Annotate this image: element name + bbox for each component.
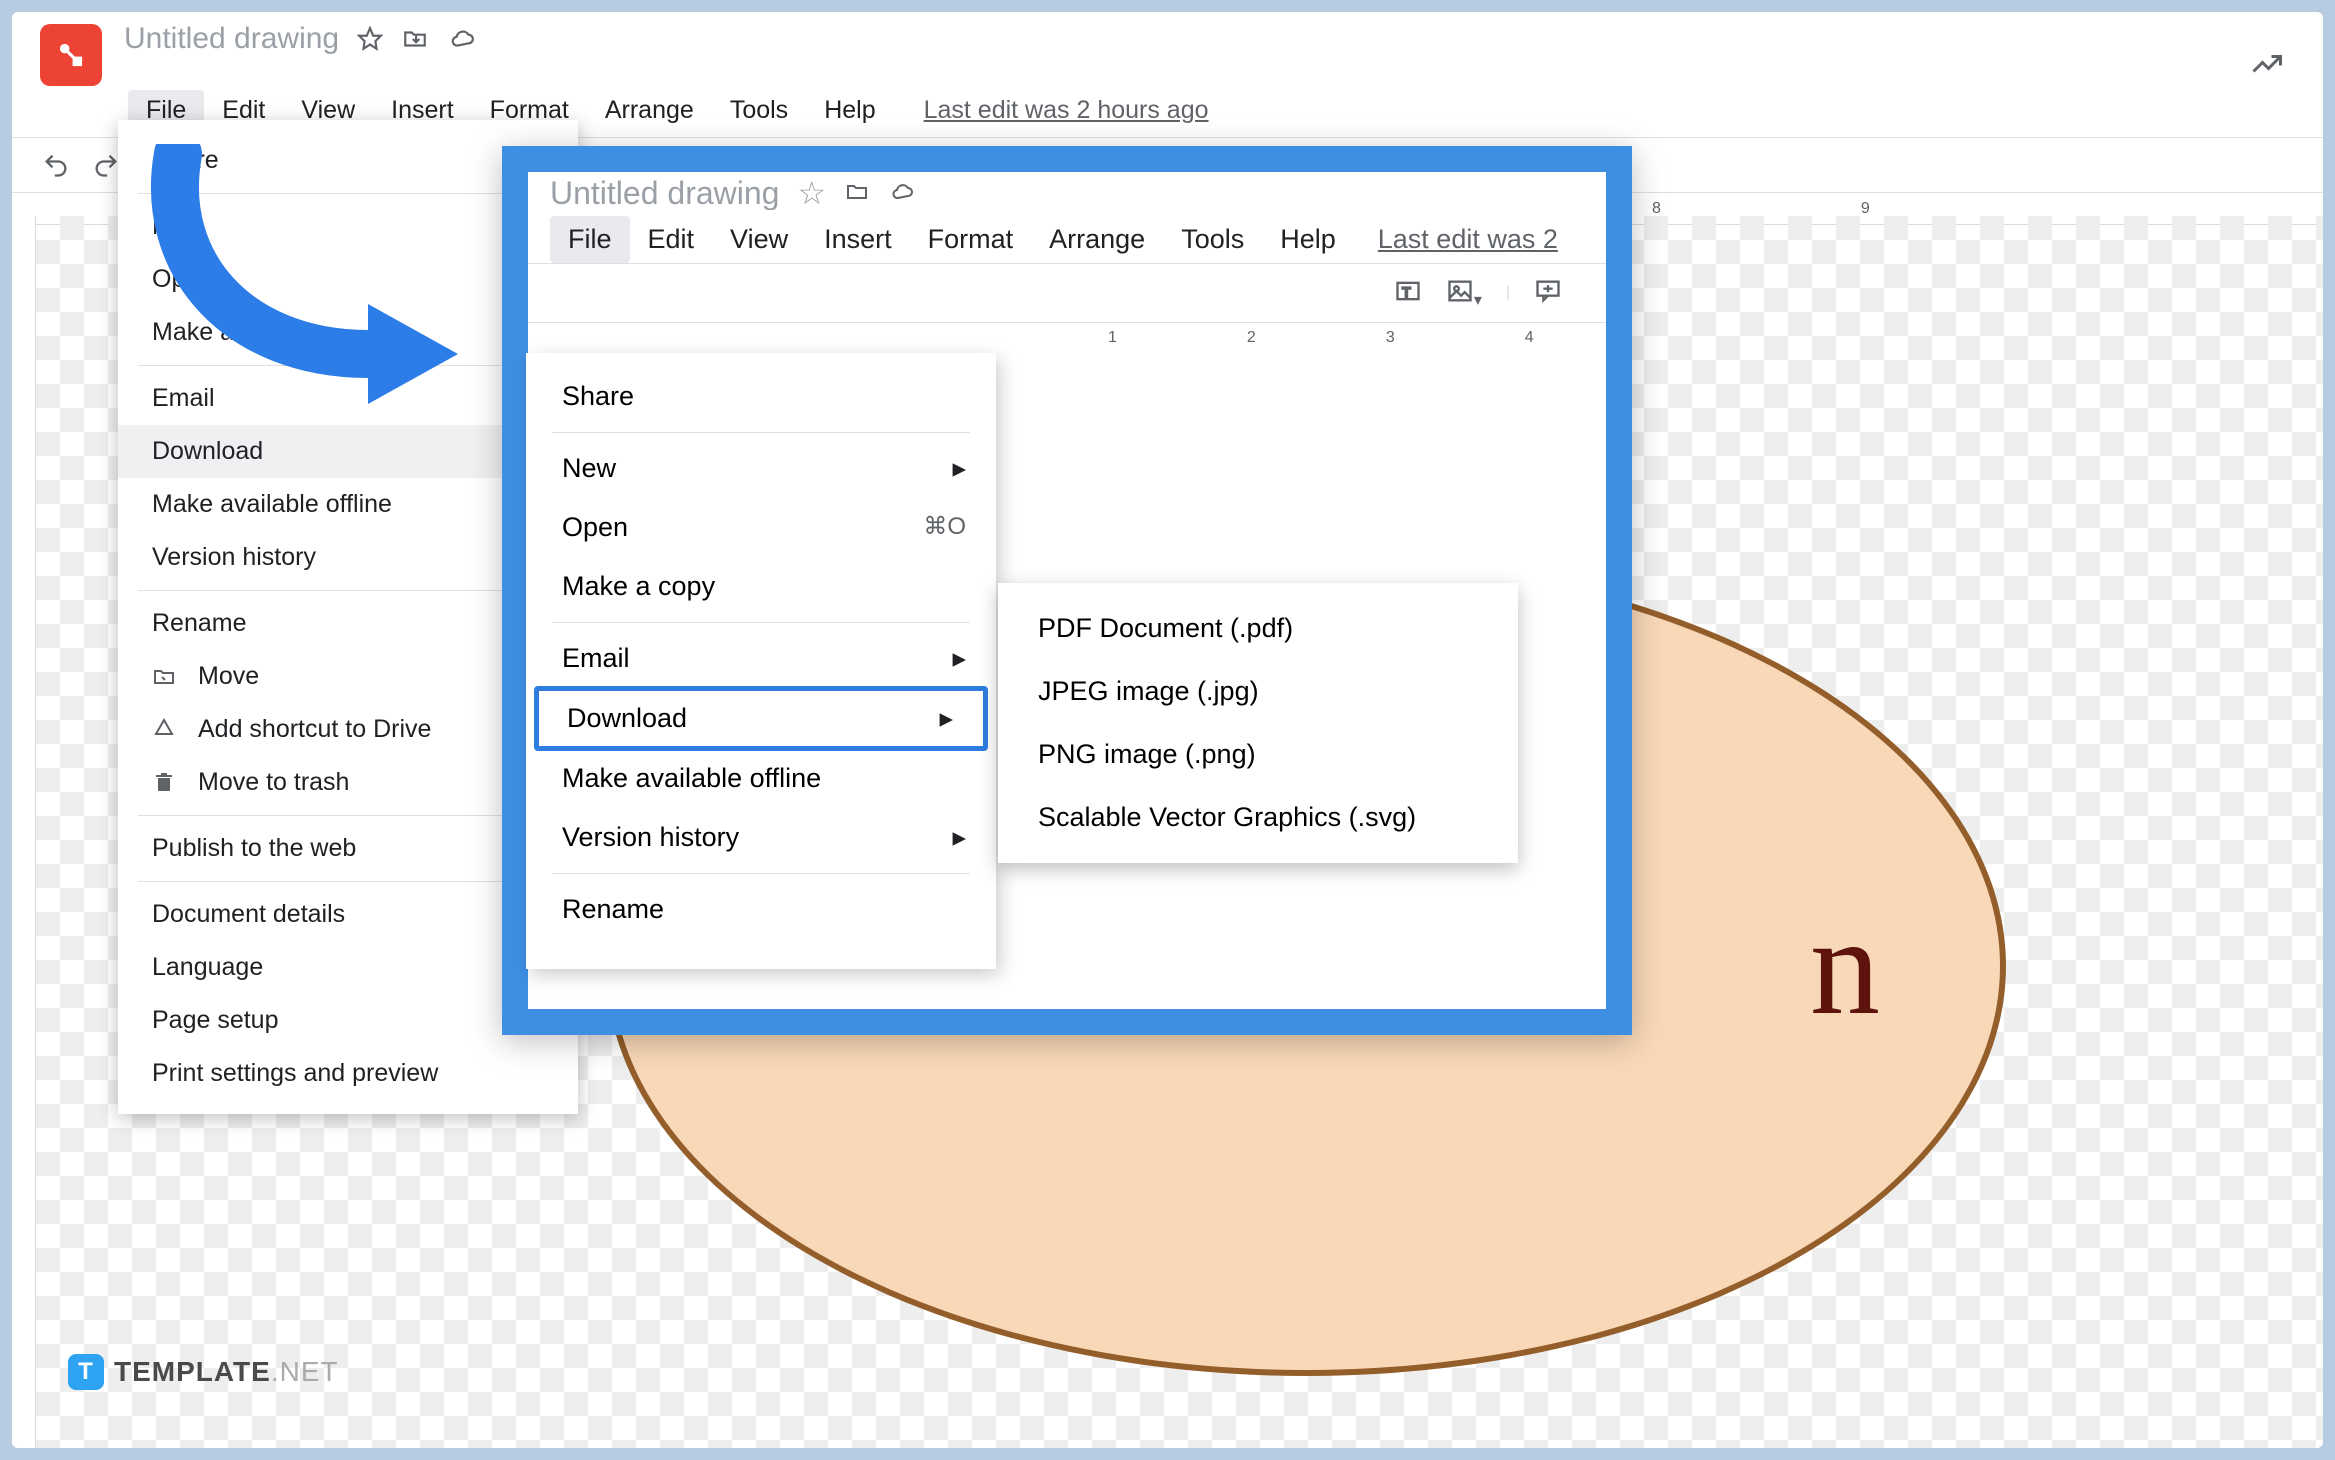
drive-shortcut-icon bbox=[152, 718, 180, 742]
redo-icon[interactable] bbox=[92, 151, 120, 179]
app-window: Untitled drawing File Edit View Insert F… bbox=[12, 12, 2323, 1448]
overlay-file-menu: Share New▸ Open⌘O Make a copy Email▸ Dow… bbox=[526, 353, 996, 969]
star-icon[interactable]: ☆ bbox=[797, 176, 826, 210]
overlay-file-download[interactable]: Download▸ bbox=[534, 686, 988, 751]
overlay-file-email[interactable]: Email▸ bbox=[526, 629, 996, 688]
watermark: T TEMPLATE.NET bbox=[68, 1354, 339, 1390]
document-title[interactable]: Untitled drawing bbox=[124, 22, 339, 56]
vertical-ruler bbox=[12, 216, 36, 1448]
undo-icon[interactable] bbox=[42, 151, 70, 179]
svg-text:T: T bbox=[1402, 283, 1411, 299]
menu-help[interactable]: Help bbox=[806, 90, 893, 131]
ruler-mark: 4 bbox=[1525, 329, 1534, 347]
last-edit-link[interactable]: Last edit was 2 hours ago bbox=[924, 96, 1209, 125]
watermark-suffix: .NET bbox=[271, 1356, 339, 1387]
overlay-file-new[interactable]: New▸ bbox=[526, 439, 996, 498]
file-menu-print-preview[interactable]: Print settings and preview bbox=[118, 1047, 578, 1100]
chevron-right-icon: ▸ bbox=[952, 643, 966, 674]
overlay-toolbar: T ▾ | bbox=[528, 263, 1606, 323]
download-submenu: PDF Document (.pdf) JPEG image (.jpg) PN… bbox=[998, 583, 1518, 863]
cloud-status-icon[interactable] bbox=[447, 26, 477, 52]
chevron-right-icon: ▸ bbox=[952, 453, 966, 484]
shortcut-label: ⌘O bbox=[923, 512, 966, 541]
menu-arrange[interactable]: Arrange bbox=[587, 90, 712, 131]
overlay-menu-edit[interactable]: Edit bbox=[630, 216, 713, 263]
watermark-brand: TEMPLATE bbox=[114, 1356, 271, 1387]
move-folder-icon[interactable] bbox=[401, 26, 429, 52]
overlay-menu-file[interactable]: File bbox=[550, 216, 630, 263]
header-title-block: Untitled drawing bbox=[124, 22, 477, 56]
overlay-menu-insert[interactable]: Insert bbox=[806, 216, 910, 263]
ruler-mark: 3 bbox=[1386, 329, 1395, 347]
download-png[interactable]: PNG image (.png) bbox=[998, 723, 1518, 786]
overlay-menu-view[interactable]: View bbox=[712, 216, 806, 263]
overlay-file-share[interactable]: Share bbox=[526, 367, 996, 426]
overlay-file-rename[interactable]: Rename bbox=[526, 880, 996, 939]
overlay-last-edit-link[interactable]: Last edit was 2 bbox=[1378, 224, 1558, 255]
overlay-menu-arrange[interactable]: Arrange bbox=[1031, 216, 1163, 263]
trash-icon bbox=[152, 771, 180, 795]
download-pdf[interactable]: PDF Document (.pdf) bbox=[998, 597, 1518, 660]
download-svg[interactable]: Scalable Vector Graphics (.svg) bbox=[998, 786, 1518, 849]
ruler-mark: 1 bbox=[1108, 329, 1117, 347]
move-folder-icon[interactable] bbox=[844, 176, 870, 210]
overlay-document-title[interactable]: Untitled drawing bbox=[550, 176, 779, 210]
ruler-mark: 8 bbox=[1652, 200, 1661, 218]
cloud-status-icon[interactable] bbox=[888, 176, 916, 210]
menu-tools[interactable]: Tools bbox=[712, 90, 806, 131]
app-logo bbox=[40, 24, 102, 86]
ruler-mark: 2 bbox=[1247, 329, 1256, 347]
chevron-right-icon: ▸ bbox=[952, 822, 966, 853]
comment-icon[interactable] bbox=[1534, 277, 1562, 310]
star-icon[interactable] bbox=[357, 26, 383, 52]
download-jpg[interactable]: JPEG image (.jpg) bbox=[998, 660, 1518, 723]
image-icon[interactable]: ▾ bbox=[1446, 277, 1482, 310]
overlay-menu-format[interactable]: Format bbox=[910, 216, 1032, 263]
app-header: Untitled drawing bbox=[12, 12, 2323, 86]
overlay-file-open[interactable]: Open⌘O bbox=[526, 498, 996, 557]
canvas-shape-text: n bbox=[1810, 886, 1880, 1047]
overlay-menu-help[interactable]: Help bbox=[1262, 216, 1354, 263]
callout-arrow-icon bbox=[128, 144, 458, 424]
watermark-badge-icon: T bbox=[68, 1354, 104, 1390]
ruler-mark: 9 bbox=[1861, 200, 1870, 218]
textbox-icon[interactable]: T bbox=[1394, 277, 1422, 310]
overlay-file-make-copy[interactable]: Make a copy bbox=[526, 557, 996, 616]
overlay-ruler: 1 2 3 4 bbox=[528, 323, 1606, 353]
overlay-menubar: File Edit View Insert Format Arrange Too… bbox=[550, 216, 1584, 263]
overlay-file-version-history[interactable]: Version history▸ bbox=[526, 808, 996, 867]
overlay-file-offline[interactable]: Make available offline bbox=[526, 749, 996, 808]
move-icon bbox=[152, 665, 180, 689]
activity-icon[interactable] bbox=[2249, 46, 2285, 87]
overlay-menu-tools[interactable]: Tools bbox=[1163, 216, 1262, 263]
chevron-right-icon: ▸ bbox=[939, 703, 953, 734]
callout-overlay: Untitled drawing ☆ File Edit View Insert… bbox=[502, 146, 1632, 1035]
